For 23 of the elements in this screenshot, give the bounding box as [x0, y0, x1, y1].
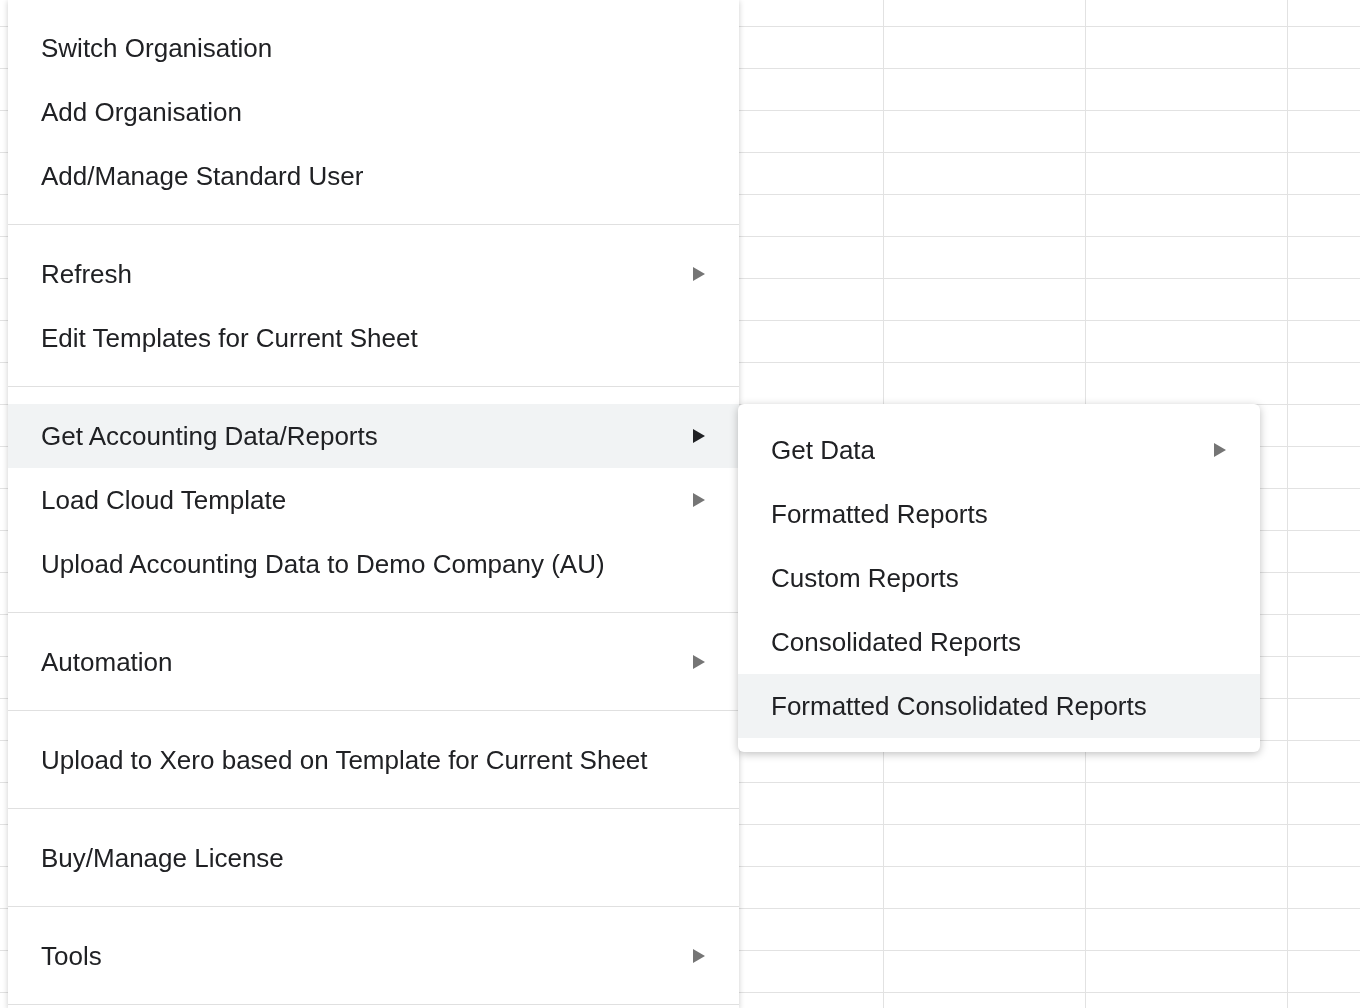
menu-item[interactable]: Tools [8, 924, 739, 988]
submenu-arrow-icon [692, 267, 706, 281]
menu-item[interactable]: Custom Reports [738, 546, 1260, 610]
menu-item[interactable]: Refresh [8, 242, 739, 306]
submenu-arrow-icon [692, 655, 706, 669]
menu-item[interactable]: Get Data [738, 418, 1260, 482]
menu-item[interactable]: Switch Organisation [8, 16, 739, 80]
menu-item[interactable]: Consolidated Reports [738, 610, 1260, 674]
menu-item[interactable]: Upload to Xero based on Template for Current Sheet [8, 728, 739, 792]
submenu-arrow-icon [1213, 443, 1227, 457]
menu-item[interactable]: Buy/Manage License [8, 826, 739, 890]
submenu-arrow-icon [692, 429, 706, 443]
menu-item[interactable]: Formatted Consolidated Reports [738, 674, 1260, 738]
menu-item[interactable]: Add/Manage Standard User [8, 144, 739, 208]
submenu-arrow-icon [692, 949, 706, 963]
menu-item[interactable]: Formatted Reports [738, 482, 1260, 546]
submenu-arrow-icon [692, 493, 706, 507]
menu-item[interactable]: Automation [8, 630, 739, 694]
menu-item[interactable]: Load Cloud Template [8, 468, 739, 532]
menu-item[interactable]: Get Accounting Data/Reports [8, 404, 739, 468]
menu-item[interactable]: Upload Accounting Data to Demo Company (AU) [8, 532, 739, 596]
menu-item[interactable]: Edit Templates for Current Sheet [8, 306, 739, 370]
menu-item[interactable]: Add Organisation [8, 80, 739, 144]
